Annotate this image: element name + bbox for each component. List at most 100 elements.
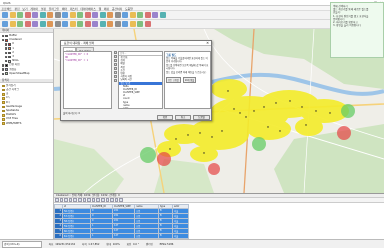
coordinate-label: 좌표 (48, 243, 54, 246)
delete-icon[interactable] (92, 21, 98, 27)
layer-visibility-checkbox[interactable]: ✓ (5, 47, 8, 50)
folder-icon (2, 113, 5, 117)
add-wms-icon[interactable] (39, 21, 46, 27)
cut-icon[interactable] (99, 21, 106, 27)
folder-icon (2, 122, 5, 125)
add-vector-icon[interactable] (2, 21, 8, 27)
pan-icon[interactable] (54, 12, 61, 18)
magnifier-value[interactable]: 100% (113, 243, 120, 246)
add-feature-icon[interactable] (69, 21, 76, 27)
ok-button[interactable]: 확인 (157, 115, 173, 120)
layer-row[interactable]: ✓ OpenStreetMap (1, 72, 52, 76)
zoom-out-icon[interactable] (77, 12, 83, 18)
layer-visibility-checkbox[interactable]: ✓ (5, 55, 8, 59)
field-calculator-icon[interactable] (119, 198, 123, 202)
label-icon[interactable] (152, 12, 158, 18)
digitize-icon[interactable] (47, 21, 53, 27)
layer-visibility-checkbox[interactable]: ✓ (2, 39, 5, 42)
plus-button[interactable] (113, 55, 117, 58)
left-dock: 레이어 ✓ Buffer ✓ Clustered ✓ 0 ✓ 1 ✓ 2 ✓ 3 ✓ NULL ✓ 민원 지점… (0, 29, 54, 239)
refresh-icon[interactable] (107, 12, 113, 18)
print-icon[interactable] (32, 12, 38, 18)
style-icon[interactable] (47, 12, 53, 18)
sample-values-button[interactable]: 10개 샘플 (182, 76, 197, 84)
layer-visibility-checkbox[interactable]: ✓ (2, 64, 5, 67)
coordinate-value[interactable]: 199231,552134 (55, 243, 75, 246)
add-feature-icon[interactable] (68, 198, 73, 202)
zoom-to-selected-icon[interactable] (105, 198, 110, 202)
deselect-icon[interactable] (91, 198, 96, 202)
zoom-full-icon[interactable] (84, 12, 91, 18)
toggle-edit-icon[interactable] (55, 198, 59, 202)
layer-visibility-checkbox[interactable]: ✓ (5, 60, 8, 63)
paste-icon[interactable] (114, 21, 121, 27)
folder-icon (2, 97, 5, 100)
pan-to-icon[interactable] (62, 12, 68, 18)
scale-label: 축척 (81, 243, 87, 246)
scale-value[interactable]: 1:47,852 (88, 243, 99, 246)
annotation-icon[interactable] (144, 12, 151, 18)
pan-to-selected-icon[interactable] (100, 198, 105, 202)
open-icon[interactable] (9, 12, 16, 18)
reload-icon[interactable] (64, 198, 68, 202)
multiply-button[interactable] (113, 67, 117, 70)
rotation-value[interactable]: 0.0 ° (133, 243, 139, 246)
select-all-icon[interactable] (82, 198, 87, 202)
crs-button[interactable]: EPSG:5186 (160, 243, 174, 246)
new-field-icon[interactable] (110, 198, 114, 202)
expression-editor[interactable]: "CLUSTER_ID" = 0 OR "CLUSTER_ID" = 1 (63, 51, 112, 109)
undo-icon[interactable] (122, 21, 128, 27)
measure-icon[interactable] (137, 12, 143, 18)
select-expression-icon[interactable] (77, 198, 82, 202)
layer-visibility-checkbox[interactable]: ✓ (5, 51, 8, 54)
delete-feature-icon[interactable] (73, 198, 77, 202)
layer-visibility-checkbox[interactable]: ✓ (2, 34, 5, 38)
move-icon[interactable] (77, 21, 83, 27)
all-unique-button[interactable]: 모든 고유값 (166, 76, 181, 84)
new-project-icon[interactable] (2, 12, 8, 18)
divide-button[interactable] (113, 63, 117, 66)
function-list-item[interactable]: addr (119, 107, 162, 108)
redo-icon[interactable] (129, 21, 136, 27)
save-icon[interactable] (17, 12, 23, 18)
zoom-in-icon[interactable] (69, 12, 76, 18)
invert-selection-icon[interactable] (87, 198, 91, 202)
identify-icon[interactable] (114, 12, 121, 18)
zoom-layer-icon[interactable] (92, 12, 98, 18)
save-edits-icon[interactable] (62, 21, 68, 27)
add-spatialite-icon[interactable] (24, 21, 31, 27)
add-delimited-icon[interactable] (17, 21, 23, 27)
layer-visibility-checkbox[interactable]: ✓ (2, 72, 5, 75)
folder-icon (2, 84, 5, 88)
save-edits-icon[interactable] (59, 198, 64, 202)
dialog-close-icon[interactable]: ✕ (206, 41, 209, 46)
minus-button[interactable] (113, 59, 117, 62)
cancel-button[interactable]: 취소 (175, 115, 191, 120)
edit-icon[interactable] (54, 21, 61, 27)
node-icon[interactable] (84, 21, 91, 27)
deselect-icon[interactable] (129, 12, 136, 18)
processing-icon[interactable] (144, 21, 151, 27)
layer-visibility-checkbox[interactable]: ✓ (2, 68, 5, 71)
browser-item[interactable]: WMS/WMTS (1, 122, 52, 126)
paren-button[interactable] (113, 79, 117, 82)
filter-icon[interactable] (96, 198, 100, 202)
add-raster-icon[interactable] (9, 21, 16, 27)
zoom-last-icon[interactable] (99, 12, 106, 18)
save-as-icon[interactable] (24, 12, 31, 18)
tips-icon[interactable] (159, 12, 166, 18)
digitizing-toolbar (0, 20, 384, 29)
delete-field-icon[interactable] (114, 198, 119, 202)
select-icon[interactable] (122, 12, 128, 18)
layer-visibility-checkbox[interactable]: ✓ (5, 43, 8, 46)
equals-button[interactable] (113, 51, 117, 54)
layout-icon[interactable] (39, 12, 46, 18)
copy-icon[interactable] (107, 21, 113, 27)
add-postgis-icon[interactable] (32, 21, 38, 27)
power-button[interactable] (113, 71, 117, 74)
help-button[interactable]: 도움말 (193, 115, 210, 120)
locator-search-input[interactable]: 검색 (Ctrl+K) (2, 241, 42, 248)
python-icon[interactable] (137, 21, 143, 27)
render-toggle[interactable]: 렌더링 (146, 243, 153, 246)
concat-button[interactable] (113, 75, 117, 78)
